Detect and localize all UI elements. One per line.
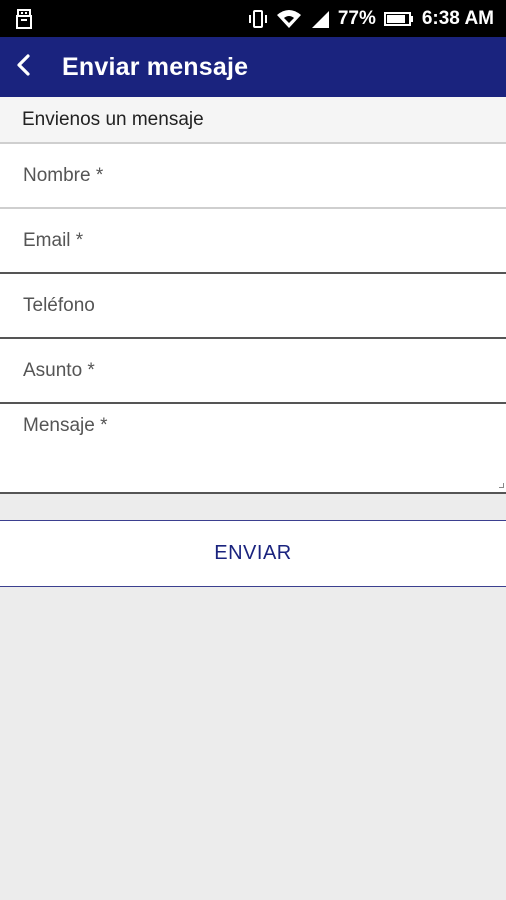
send-button[interactable]: ENVIAR (0, 521, 506, 586)
app-bar: Enviar mensaje (0, 37, 506, 97)
section-title: Envienos un mensaje (22, 109, 204, 130)
email-field-row (0, 209, 506, 274)
resize-handle-icon[interactable] (499, 483, 504, 488)
back-button[interactable] (6, 49, 42, 85)
wifi-icon (276, 9, 302, 29)
battery-icon (383, 11, 414, 27)
section-header: Envienos un mensaje (0, 97, 506, 144)
nombre-field-row (0, 144, 506, 209)
back-arrow-icon (15, 53, 33, 82)
usb-icon (14, 8, 34, 30)
status-bar: 77% 6:38 AM (0, 0, 506, 37)
vibrate-icon (248, 9, 268, 29)
asunto-field-row (0, 339, 506, 404)
battery-percent: 77% (337, 7, 376, 29)
email-input[interactable] (0, 209, 506, 272)
clock: 6:38 AM (421, 7, 494, 29)
send-button-container: ENVIAR (0, 520, 506, 587)
page-title: Enviar mensaje (62, 53, 249, 81)
telefono-input[interactable] (0, 274, 506, 337)
nombre-input[interactable] (0, 144, 506, 207)
mensaje-textarea[interactable] (0, 404, 506, 492)
signal-icon (310, 9, 330, 29)
asunto-input[interactable] (0, 339, 506, 402)
mensaje-field-row (0, 404, 506, 494)
telefono-field-row (0, 274, 506, 339)
contact-form (0, 144, 506, 494)
